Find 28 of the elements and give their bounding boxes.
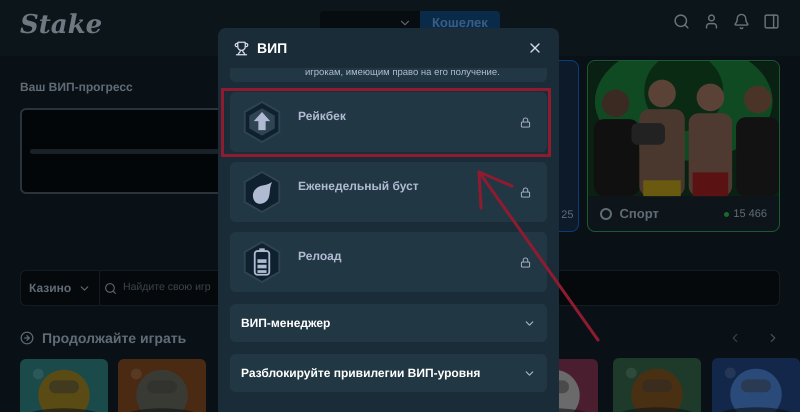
arrow-circle-icon (20, 331, 34, 345)
category-dropdown[interactable]: Казино (20, 270, 100, 306)
battery-icon (242, 240, 282, 284)
search-icon (104, 282, 117, 294)
modal-title: ВИП (257, 38, 288, 58)
trophy-icon (234, 40, 249, 56)
perk-title: Еженедельный буст (298, 178, 419, 195)
perk-title: Рейкбек (298, 108, 346, 125)
accordion-header[interactable]: Разблокируйте привилегии ВИП-уровня (230, 354, 547, 392)
section-title: Ваш ВИП-прогресс (20, 79, 134, 96)
info-text: игрокам, имеющим право на его получение. (305, 68, 500, 78)
search-icon[interactable] (673, 13, 690, 30)
perk-card[interactable]: Еженедельный буст (230, 162, 547, 222)
card-label: Спорт (620, 205, 659, 224)
section-title: Продолжайте играть (42, 328, 186, 348)
sport-card[interactable]: Спорт 15 466 (586, 60, 780, 232)
perk-card[interactable]: Рейкбек (230, 92, 547, 152)
bell-icon[interactable] (733, 13, 750, 30)
perk-title: Релоад (298, 248, 342, 265)
upload-arrow-icon (242, 100, 282, 144)
placeholder-text: Найдите свою игр (123, 280, 211, 296)
player-count: 25 (560, 208, 575, 222)
user-icon[interactable] (703, 13, 720, 30)
accordion-header[interactable]: ВИП-менеджер (230, 304, 547, 342)
drop-icon (242, 170, 282, 214)
sidebar-icon[interactable] (763, 13, 780, 30)
perk-card[interactable]: Релоад (230, 232, 547, 292)
player-count: 15 466 (733, 206, 767, 222)
